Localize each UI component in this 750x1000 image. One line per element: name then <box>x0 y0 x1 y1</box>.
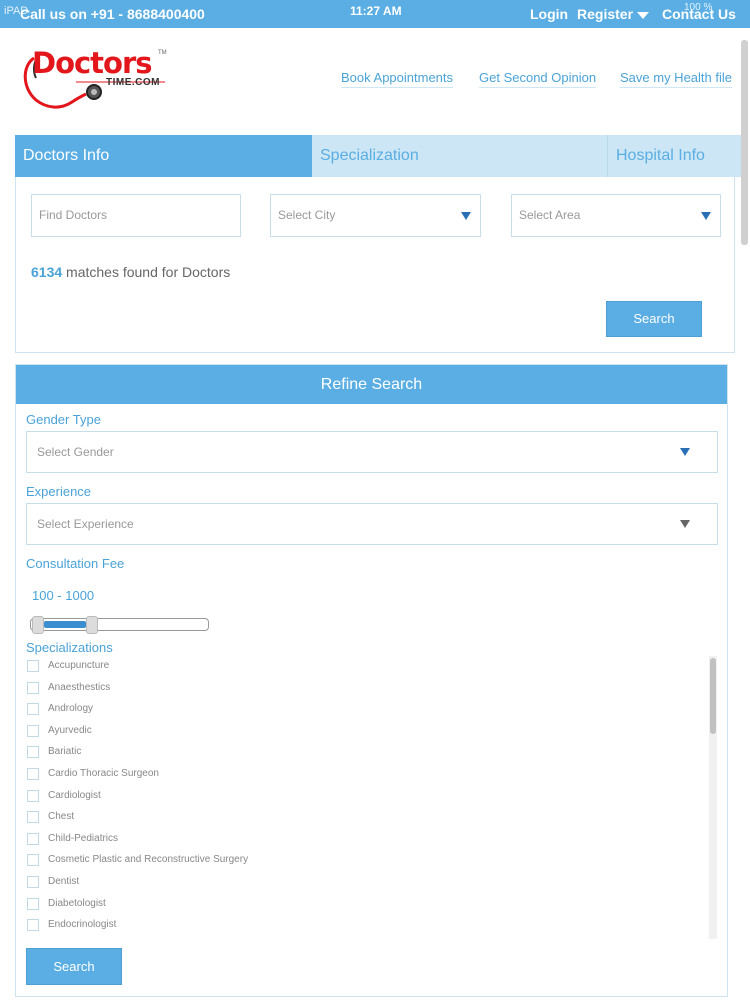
checkbox[interactable] <box>27 790 39 802</box>
scrollbar-thumb[interactable] <box>710 658 716 734</box>
experience-select-value: Select Experience <box>37 517 134 531</box>
consultation-fee-value: 100 - 1000 <box>32 588 95 603</box>
search-button[interactable]: Search <box>606 301 702 337</box>
page-scrollbar[interactable] <box>741 40 748 245</box>
city-select[interactable]: Select City <box>270 194 481 237</box>
checkbox[interactable] <box>27 919 39 931</box>
checkbox[interactable] <box>27 746 39 758</box>
call-us-text[interactable]: Call us on +91 - 8688400400 <box>20 6 205 22</box>
specialization-label: Chest <box>48 811 75 822</box>
refine-search-title: Refine Search <box>16 365 727 404</box>
specialization-label: Dentist <box>48 876 80 887</box>
register-label: Register <box>577 6 634 22</box>
specializations-scrollbar[interactable] <box>709 656 717 939</box>
specialization-label: Anaesthestics <box>48 682 111 693</box>
status-time: 11:27 AM <box>350 4 402 18</box>
gender-select-value: Select Gender <box>37 445 114 459</box>
checkbox[interactable] <box>27 811 39 823</box>
book-appointments-link[interactable]: Book Appointments <box>341 70 454 88</box>
specialization-label: Cardio Thoracic Surgeon <box>48 768 159 779</box>
checkbox[interactable] <box>27 876 39 888</box>
fee-range-slider[interactable] <box>30 616 209 634</box>
specializations-label: Specializations <box>26 640 113 655</box>
second-opinion-link[interactable]: Get Second Opinion <box>479 70 597 88</box>
checkbox[interactable] <box>27 703 39 715</box>
refine-search-panel: Refine Search Gender Type Select Gender … <box>15 364 728 997</box>
matches-count-text: 6134 matches found for Doctors <box>31 264 230 280</box>
health-file-link[interactable]: Save my Health file <box>620 70 732 88</box>
gender-type-label: Gender Type <box>26 412 101 427</box>
chevron-down-icon <box>637 11 650 19</box>
checkbox[interactable] <box>27 768 39 780</box>
experience-label: Experience <box>26 484 92 499</box>
contact-us-link[interactable]: Contact Us <box>662 6 736 22</box>
specialization-label: Cosmetic Plastic and Reconstructive Surg… <box>48 854 249 865</box>
dropdown-arrow-icon <box>680 448 690 456</box>
checkbox[interactable] <box>27 660 39 672</box>
specialization-label: Bariatic <box>48 746 82 757</box>
specializations-list: Accupuncture Anaesthestics Andrology Ayurve… <box>26 658 718 939</box>
fee-range-fill <box>44 621 86 628</box>
specialization-label: Child-Pediatrics <box>48 833 119 844</box>
matches-label: matches found for Doctors <box>62 264 231 280</box>
checkbox[interactable] <box>27 833 39 845</box>
register-menu[interactable]: Register <box>577 6 650 22</box>
logo-word: Doctors <box>32 46 153 80</box>
tab-specialization[interactable]: Specialization <box>312 135 608 177</box>
top-bar: iPAD Call us on +91 - 8688400400 11:27 A… <box>0 0 750 28</box>
specialization-label: Accupuncture <box>48 660 110 671</box>
dropdown-arrow-icon <box>680 520 690 528</box>
doctor-search-panel: Find Doctors Select City Select Area 613… <box>15 177 735 353</box>
consultation-fee-label: Consultation Fee <box>26 556 125 571</box>
specialization-label: Endocrinologist <box>48 919 117 930</box>
specialization-label: Andrology <box>48 703 94 714</box>
dropdown-arrow-icon <box>701 212 711 220</box>
city-select-value: Select City <box>278 208 336 222</box>
gender-select[interactable]: Select Gender <box>26 431 718 473</box>
matches-number: 6134 <box>31 264 63 280</box>
search-tabs: Doctors Info Specialization Hospital Inf… <box>15 135 741 177</box>
tab-hospital-info[interactable]: Hospital Info <box>608 135 741 177</box>
fee-min-handle[interactable] <box>32 616 44 634</box>
experience-select[interactable]: Select Experience <box>26 503 718 545</box>
checkbox[interactable] <box>27 898 39 910</box>
area-select[interactable]: Select Area <box>511 194 721 237</box>
login-link[interactable]: Login <box>530 6 568 22</box>
logo-trademark: TM <box>158 50 167 56</box>
specialization-label: Diabetologist <box>48 898 106 909</box>
dropdown-arrow-icon <box>461 212 471 220</box>
checkbox[interactable] <box>27 854 39 866</box>
tab-doctors-info[interactable]: Doctors Info <box>15 135 312 177</box>
checkbox[interactable] <box>27 725 39 737</box>
refine-search-button[interactable]: Search <box>26 948 122 985</box>
specialization-label: Ayurvedic <box>48 725 92 736</box>
specialization-label: Cardiologist <box>48 790 101 801</box>
fee-max-handle[interactable] <box>85 616 98 634</box>
area-select-value: Select Area <box>519 208 581 222</box>
checkbox[interactable] <box>27 682 39 694</box>
doctorstime-logo[interactable]: Doctors TM TIME.COM <box>20 44 170 116</box>
logo-subtext: TIME.COM <box>106 77 160 88</box>
find-doctors-input[interactable]: Find Doctors <box>31 194 241 237</box>
